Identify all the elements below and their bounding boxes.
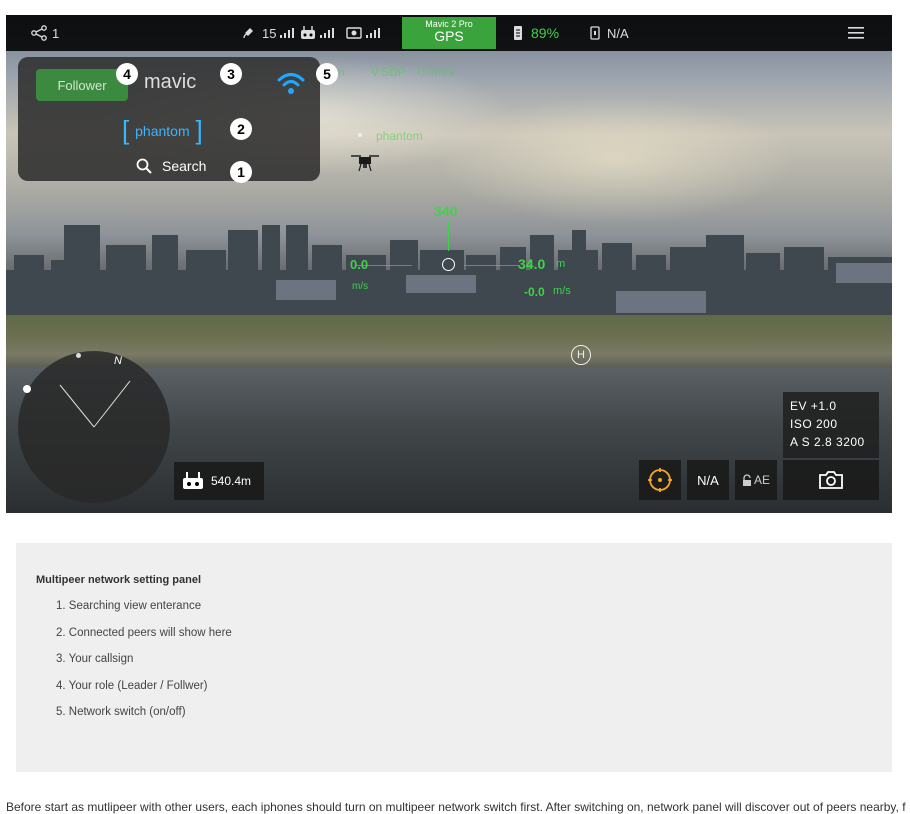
- drone-icon: [351, 155, 379, 172]
- share-count: 1: [52, 25, 60, 41]
- camera-settings-box[interactable]: EV +1.0 ISO 200 A S 2.8 3200: [783, 392, 879, 458]
- focus-button[interactable]: [639, 460, 681, 500]
- menu-button[interactable]: [848, 15, 864, 51]
- top-status-bar: 1 15 Mavic 2 Pro GPS 89% N/A: [6, 15, 892, 51]
- app-screenshot: 1 15 Mavic 2 Pro GPS 89% N/A V.SDP -0.0m…: [6, 15, 892, 513]
- signal-bars-icon: [320, 28, 334, 38]
- remote-controller-icon: [301, 26, 315, 39]
- description-paragraph: Before start as mutlipeer with other use…: [6, 800, 906, 814]
- vspeed-ghost: -0.0m/s: [414, 65, 455, 79]
- network-switch-wifi-icon[interactable]: [276, 69, 306, 99]
- iso-value: ISO 200: [790, 417, 838, 431]
- radar-fov-lines: [59, 380, 131, 428]
- home-point-icon: H: [571, 345, 591, 365]
- device-status: N/A: [590, 15, 629, 51]
- list-item: 2. Connected peers will show here: [56, 626, 232, 639]
- notes-list: 1. Searching view enterance 2. Connected…: [56, 600, 232, 733]
- search-label: Search: [162, 158, 207, 174]
- search-icon: [136, 158, 152, 174]
- phone-battery-icon: [590, 26, 600, 40]
- exposure-value: EV +1.0: [790, 399, 837, 413]
- radar-aircraft-dot: [23, 385, 31, 393]
- horizon-right: [464, 265, 520, 266]
- cloud: [436, 95, 796, 225]
- radar-peer-dot: [76, 353, 81, 358]
- satellite-icon: [243, 28, 253, 39]
- multipeer-panel: Follower mavic [ phantom ] Search 1 2 3 …: [18, 57, 338, 183]
- callout-badge-1: 1: [230, 161, 252, 183]
- callout-badge-5: 5: [316, 63, 338, 85]
- ae-lock-label: AE: [753, 473, 770, 487]
- share-status[interactable]: 1: [30, 15, 59, 51]
- callout-badge-4: 4: [116, 63, 138, 85]
- capture-button[interactable]: [783, 460, 879, 500]
- altitude-value: 34.0: [518, 256, 546, 272]
- callout-badge-3: 3: [220, 63, 242, 85]
- peer-bracket-right: ]: [195, 115, 203, 145]
- ae-lock-button[interactable]: AE: [735, 460, 777, 500]
- peer-ghost-label: phantom: [376, 129, 423, 143]
- callout-badge-2: 2: [230, 118, 252, 140]
- share-icon: [31, 25, 47, 41]
- metering-button[interactable]: N/A: [687, 460, 729, 500]
- signal-bars-icon: [280, 28, 295, 38]
- vertical-speed: -0.0: [524, 285, 545, 299]
- callsign-label[interactable]: mavic: [144, 71, 196, 94]
- horizontal-speed-unit: m/s: [352, 281, 369, 292]
- connected-peer[interactable]: [ phantom ]: [122, 115, 203, 146]
- peer-bracket-left: [: [122, 115, 130, 145]
- rc-distance-value: 540.4m: [211, 474, 252, 488]
- satellite-count: 15: [262, 25, 277, 41]
- horizontal-speed: 0.0: [350, 257, 369, 272]
- list-item: 1. Searching view enterance: [56, 600, 202, 612]
- peer-name: phantom: [135, 122, 190, 139]
- remote-controller-icon: [183, 472, 203, 489]
- altitude-unit: m: [556, 258, 566, 270]
- rc-signal: [300, 15, 334, 51]
- attitude-crosshair: [442, 258, 455, 271]
- aperture-shutter-value: A S 2.8 3200: [790, 435, 865, 449]
- vsdp-ghost-label: V.SDP: [371, 65, 406, 79]
- heading-tick: [448, 221, 449, 251]
- flight-mode: GPS: [434, 28, 464, 44]
- list-item: 4. Your role (Leader / Follwer): [56, 679, 208, 692]
- notes-title: Multipeer network setting panel: [36, 574, 202, 586]
- signal-bars-icon: [366, 28, 380, 38]
- list-item: 5. Network switch (on/off): [56, 706, 186, 718]
- device-status-value: N/A: [607, 25, 629, 41]
- notes-box: Multipeer network setting panel 1. Searc…: [16, 543, 892, 772]
- rc-distance: 540.4m: [174, 462, 264, 500]
- battery-percent: 89%: [531, 25, 560, 41]
- camera-icon: [819, 471, 843, 489]
- radar-north-label: N: [114, 355, 122, 367]
- focus-target-icon: [648, 468, 672, 492]
- radar-map[interactable]: N: [18, 351, 170, 503]
- heading-value: 340: [434, 203, 458, 219]
- vertical-speed-unit: m/s: [553, 285, 571, 297]
- flight-mode-indicator: Mavic 2 Pro GPS: [402, 17, 496, 49]
- battery-icon: [514, 26, 522, 40]
- peer-position-dot: [358, 133, 362, 137]
- video-signal: [346, 15, 380, 51]
- satellite-status: 15: [242, 15, 295, 51]
- battery-status: 89%: [513, 15, 559, 51]
- lock-icon: [742, 474, 751, 486]
- list-item: 3. Your callsign: [56, 653, 134, 665]
- hamburger-menu-icon: [848, 27, 864, 39]
- role-toggle-button[interactable]: Follower: [36, 69, 128, 101]
- search-button[interactable]: Search: [136, 158, 206, 174]
- home-point-letter: H: [577, 349, 585, 361]
- video-link-icon: [346, 27, 362, 39]
